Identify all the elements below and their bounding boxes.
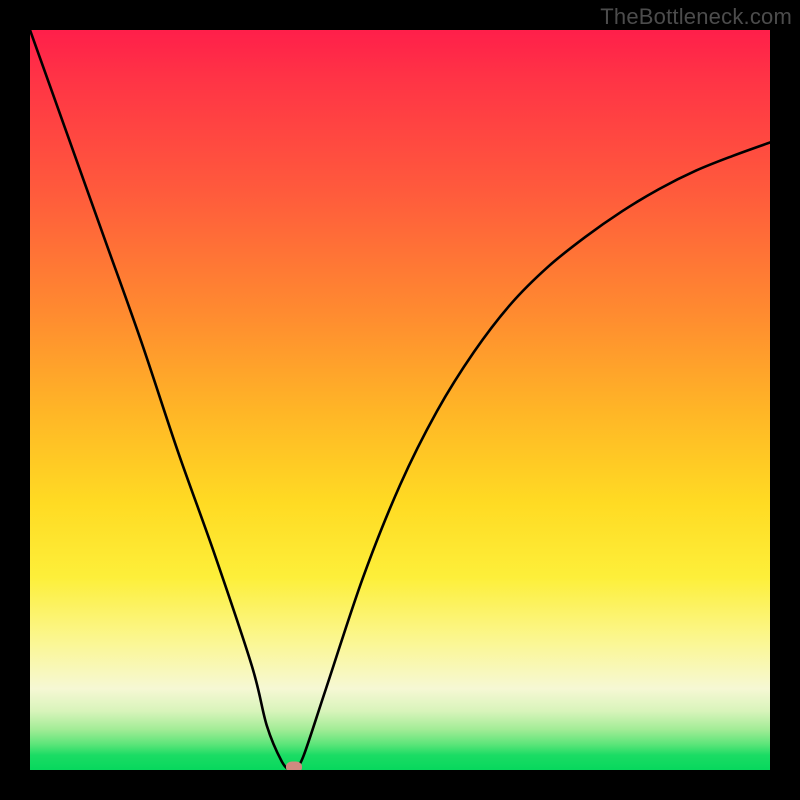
- curve-svg: [30, 30, 770, 770]
- optimum-marker: [286, 762, 302, 771]
- chart-frame: TheBottleneck.com: [0, 0, 800, 800]
- watermark-text: TheBottleneck.com: [600, 4, 792, 30]
- plot-area: [30, 30, 770, 770]
- curve-path: [30, 30, 770, 770]
